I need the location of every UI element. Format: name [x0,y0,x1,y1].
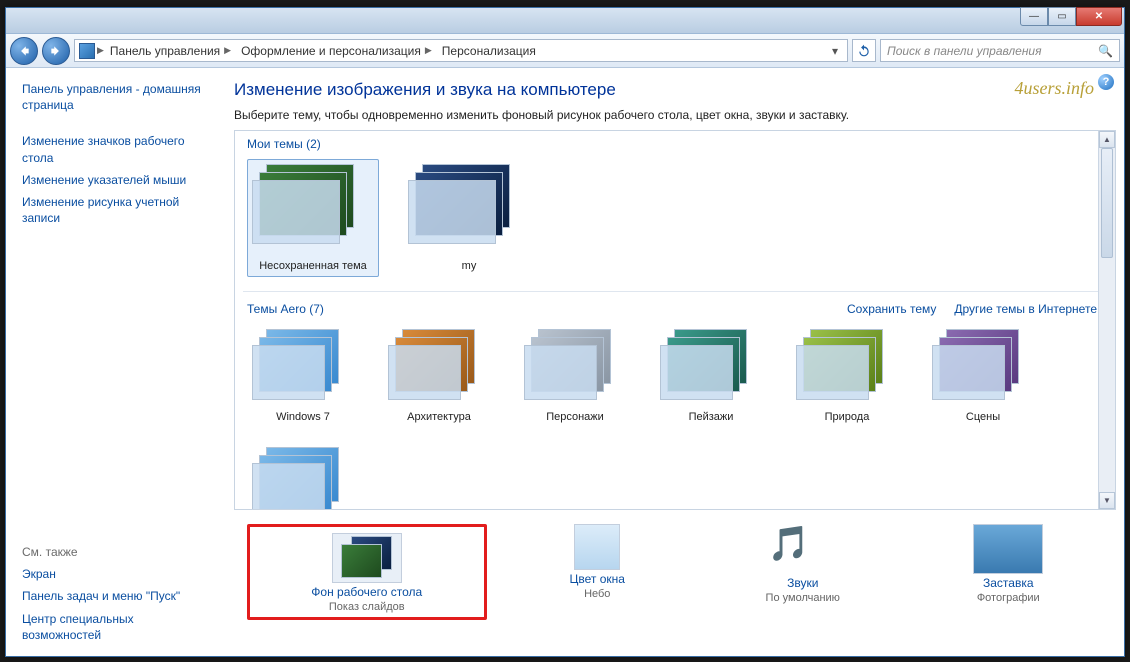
sidebar: Панель управления - домашняя страница Из… [6,68,216,656]
breadcrumb-item[interactable]: Оформление и персонализация ▶ [237,44,436,58]
address-bar[interactable]: ▶ Панель управления ▶ Оформление и персо… [74,39,848,62]
theme-architecture[interactable]: Архитектура [383,324,495,428]
arrow-left-icon [17,44,31,58]
titlebar: — ▭ ✕ [6,8,1124,34]
link-save-theme[interactable]: Сохранить тему [847,302,936,316]
scrollbar[interactable]: ▲ ▼ [1098,131,1115,509]
back-button[interactable] [10,37,38,65]
page-title: Изменение изображения и звука на компьют… [234,80,1116,100]
theme-landscapes[interactable]: Пейзажи [655,324,767,428]
setting-screensaver[interactable]: Заставка Фотографии [913,524,1103,620]
forward-button[interactable] [42,37,70,65]
group-aero-header: Темы Aero (7) Сохранить тему Другие темы… [243,296,1101,320]
search-input[interactable]: Поиск в панели управления 🔍 [880,39,1120,62]
sidebar-link-desktop-icons[interactable]: Изменение значков рабочего стола [22,130,210,168]
group-my-themes-header: Мои темы (2) [243,131,1101,155]
sidebar-also-display[interactable]: Экран [22,563,210,585]
arrow-right-icon [49,44,63,58]
sidebar-link-mouse-pointers[interactable]: Изменение указателей мыши [22,169,210,191]
group-aero-themes: Windows 7 Архитектура Персонажи Пейзажи [243,320,1101,438]
window-controls: — ▭ ✕ [1020,7,1122,26]
control-panel-icon [79,43,95,59]
window-color-thumb [574,524,620,570]
theme-unsaved[interactable]: Несохраненная тема [247,159,379,277]
watermark: 4users.info [1014,78,1094,99]
scroll-up-button[interactable]: ▲ [1099,131,1115,148]
theme-windows7[interactable]: Windows 7 [247,324,359,428]
minimize-button[interactable]: — [1020,7,1048,26]
close-button[interactable]: ✕ [1076,7,1122,26]
sidebar-home-link[interactable]: Панель управления - домашняя страница [22,78,210,116]
see-also-title: См. также [22,545,210,559]
search-placeholder: Поиск в панели управления [887,44,1042,58]
settings-row: Фон рабочего стола Показ слайдов Цвет ок… [234,510,1116,622]
breadcrumb-item[interactable]: Панель управления ▶ [106,44,235,58]
personalization-window: — ▭ ✕ ▶ Панель управления ▶ Оформление и… [5,7,1125,657]
group-my-themes: Несохраненная тема my [243,155,1101,287]
sidebar-see-also: См. также Экран Панель задач и меню "Пус… [22,539,210,646]
main-panel: ? 4users.info Изменение изображения и зв… [216,68,1124,656]
address-dropdown[interactable]: ▾ [827,44,843,58]
highlight-box: Фон рабочего стола Показ слайдов [247,524,487,620]
theme-characters[interactable]: Персонажи [519,324,631,428]
setting-desktop-background[interactable]: Фон рабочего стола Показ слайдов [272,533,462,613]
toolbar: ▶ Панель управления ▶ Оформление и персо… [6,34,1124,68]
sidebar-link-account-picture[interactable]: Изменение рисунка учетной записи [22,191,210,229]
setting-window-color[interactable]: Цвет окна Небо [502,524,692,620]
search-icon: 🔍 [1098,44,1113,58]
help-icon[interactable]: ? [1098,74,1114,90]
sounds-icon: 🎵 [768,524,838,574]
scroll-down-button[interactable]: ▼ [1099,492,1115,509]
link-more-themes[interactable]: Другие темы в Интернете [954,302,1097,316]
theme-my[interactable]: my [403,159,535,277]
scroll-thumb[interactable] [1101,148,1113,258]
theme-extra[interactable] [247,442,359,510]
breadcrumb-item[interactable]: Персонализация [438,44,540,58]
screensaver-icon [973,524,1043,574]
maximize-button[interactable]: ▭ [1048,7,1076,26]
page-subtitle: Выберите тему, чтобы одновременно измени… [234,108,1116,122]
desktop-bg-thumb [332,533,402,583]
themes-listbox: ▲ ▼ Мои темы (2) Несохраненная тема my [234,130,1116,510]
sidebar-also-accessibility[interactable]: Центр специальных возможностей [22,608,210,646]
divider [243,291,1101,292]
refresh-icon [857,44,871,58]
window-body: Панель управления - домашняя страница Из… [6,68,1124,656]
group-aero-themes-overflow [243,438,1101,500]
theme-nature[interactable]: Природа [791,324,903,428]
chevron-right-icon: ▶ [97,45,104,56]
sidebar-also-taskbar[interactable]: Панель задач и меню "Пуск" [22,585,210,607]
setting-sounds[interactable]: 🎵 Звуки По умолчанию [708,524,898,620]
theme-scenes[interactable]: Сцены [927,324,1039,428]
refresh-button[interactable] [852,39,876,62]
